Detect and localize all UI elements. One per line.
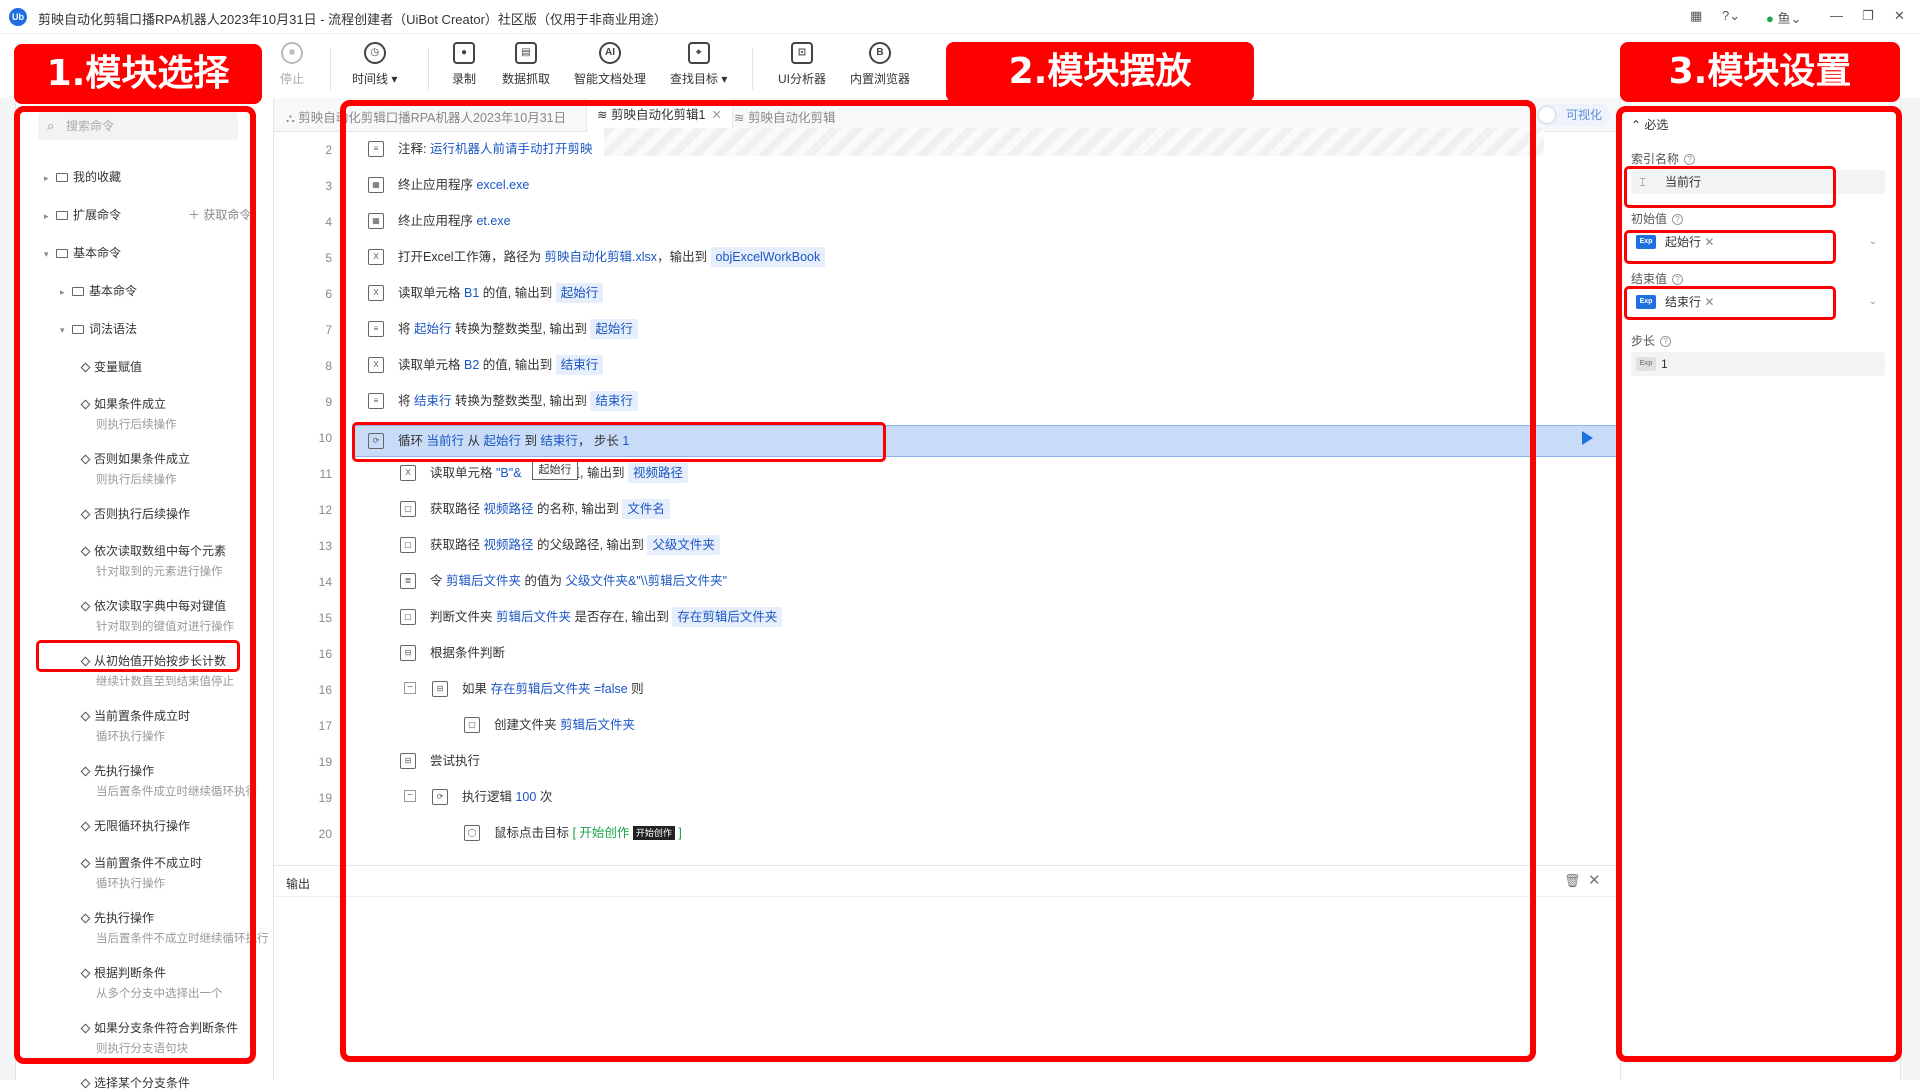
command-icon	[80, 1078, 91, 1089]
line-number: 16	[318, 683, 332, 697]
close-output-icon[interactable]: ✕	[1588, 871, 1601, 889]
app-logo-icon: Ub	[9, 8, 27, 26]
ui-analyzer-label: UI分析器	[778, 72, 827, 86]
toolbar-divider	[428, 48, 429, 90]
data-scrape-button[interactable]: ▤ 数据抓取	[502, 42, 550, 87]
record-icon: ●	[453, 42, 475, 64]
line-number: 11	[319, 467, 332, 481]
find-target-button[interactable]: ⌖ 查找目标 ▾	[670, 42, 727, 87]
line-number: 2	[325, 143, 332, 157]
line-number: 14	[318, 575, 332, 589]
flow-icon: ⛬	[286, 111, 299, 125]
line-number: 17	[318, 719, 332, 733]
annotation-highlight-end	[1624, 286, 1836, 320]
visual-label: 可视化	[1566, 108, 1603, 122]
line-number: 15	[318, 611, 332, 625]
line-number: 20	[318, 827, 332, 841]
annotation-label-3: 3.模块设置	[1620, 42, 1900, 102]
annotation-highlight-loop	[352, 422, 886, 462]
trash-icon[interactable]: 🗑	[1564, 873, 1581, 889]
close-window-icon[interactable]: ✕	[1894, 8, 1905, 24]
data-scrape-icon: ▤	[515, 42, 537, 64]
right-side-strip[interactable]	[1900, 98, 1920, 1080]
data-scrape-label: 数据抓取	[502, 72, 551, 86]
line-number: 16	[318, 647, 332, 661]
command-label: 选择某个分支条件	[94, 1076, 191, 1090]
output-tab[interactable]: 输出	[286, 875, 310, 892]
toggle-knob	[1539, 107, 1555, 123]
command-item[interactable]: 选择某个分支条件	[80, 1074, 191, 1091]
restore-icon[interactable]: ❐	[1862, 8, 1874, 24]
browser-label: 内置浏览器	[850, 72, 911, 86]
user-menu[interactable]: ● 鱼⌄	[1766, 8, 1801, 27]
line-number: 6	[325, 287, 332, 301]
title-bar: Ub 剪映自动化剪辑口播RPA机器人2023年10月31日 - 流程创建者（Ui…	[0, 0, 1920, 34]
line-number: 12	[318, 503, 332, 517]
find-target-icon: ⌖	[687, 42, 710, 64]
line-number: 10	[318, 431, 332, 445]
smart-doc-button[interactable]: AI 智能文档处理	[574, 42, 646, 87]
annotation-box-module-place	[340, 100, 1536, 1062]
annotation-highlight-index	[1624, 166, 1836, 208]
line-number: 19	[318, 791, 332, 805]
ui-analyzer-icon: ⊡	[791, 42, 813, 64]
find-target-label: 查找目标	[670, 72, 719, 86]
timeline-button[interactable]: ◷ 时间线 ▾	[352, 42, 397, 87]
user-name: 鱼	[1777, 11, 1791, 26]
line-number: 19	[318, 755, 332, 769]
timeline-label: 时间线	[352, 72, 389, 86]
run-from-here-icon[interactable]	[1582, 431, 1593, 445]
line-number: 3	[325, 179, 332, 193]
help-icon[interactable]: ?⌄	[1722, 8, 1740, 24]
stop-icon: ■	[281, 42, 303, 64]
apps-grid-icon[interactable]: ▦	[1690, 8, 1702, 24]
toolbar-divider	[330, 48, 331, 90]
record-label: 录制	[452, 72, 477, 86]
online-status-icon: ●	[1766, 11, 1774, 26]
toolbar-divider	[752, 48, 753, 90]
line-number: 13	[318, 539, 332, 553]
minimize-icon[interactable]: —	[1830, 8, 1843, 23]
line-number: 7	[325, 323, 332, 337]
ui-analyzer-button[interactable]: ⊡ UI分析器	[778, 42, 826, 87]
line-number: 9	[325, 395, 332, 409]
stop-label: 停止	[280, 72, 305, 86]
annotation-label-1: 1.模块选择	[14, 44, 262, 104]
annotation-highlight-start	[1624, 230, 1836, 264]
record-button[interactable]: ● 录制	[452, 42, 476, 87]
annotation-box-module-select	[14, 106, 256, 1064]
window-title: 剪映自动化剪辑口播RPA机器人2023年10月31日 - 流程创建者（UiBot…	[38, 12, 667, 27]
annotation-label-2: 2.模块摆放	[946, 42, 1254, 102]
smart-doc-label: 智能文档处理	[574, 72, 647, 86]
line-number: 8	[325, 359, 332, 373]
line-number: 4	[325, 215, 332, 229]
stop-button[interactable]: ■ 停止	[280, 42, 304, 87]
annotation-highlight-counter	[36, 640, 240, 672]
line-number: 5	[325, 251, 332, 265]
browser-icon: B	[869, 42, 891, 64]
browser-button[interactable]: B 内置浏览器	[850, 42, 910, 87]
clock-icon: ◷	[363, 42, 386, 64]
ai-doc-icon: AI	[599, 42, 621, 64]
visual-toggle[interactable]: 可视化	[1536, 104, 1610, 126]
